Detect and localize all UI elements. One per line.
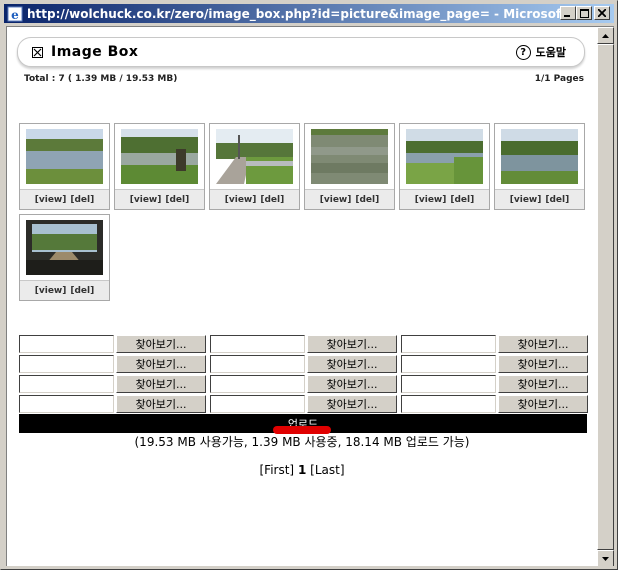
image-box-icon xyxy=(32,46,43,58)
browse-button[interactable]: 찾아보기... xyxy=(498,375,588,393)
window-title: http://wolchuck.co.kr/zero/image_box.php… xyxy=(27,6,567,21)
thumbnail-image[interactable] xyxy=(121,129,198,184)
scrollbar-thumb[interactable] xyxy=(597,44,614,550)
delete-link[interactable]: [del] xyxy=(260,195,284,205)
thumbnail-image[interactable] xyxy=(406,129,483,184)
minimize-icon xyxy=(564,15,570,17)
vertical-scrollbar[interactable] xyxy=(597,27,614,566)
help-link[interactable]: ? 도움말 xyxy=(515,44,566,60)
file-path-field[interactable] xyxy=(401,355,496,373)
delete-link[interactable]: [del] xyxy=(70,286,94,296)
pagination: [First] 1 [Last] xyxy=(7,463,597,477)
page-content: Image Box ? 도움말 Total : 7 ( 1.39 MB / 19… xyxy=(6,26,614,566)
thumbnail-card: [view] [del] xyxy=(494,123,585,210)
file-path-field[interactable] xyxy=(210,335,305,353)
view-link[interactable]: [view] xyxy=(35,195,67,205)
delete-link[interactable]: [del] xyxy=(545,195,569,205)
thumbnail-image[interactable] xyxy=(311,129,388,184)
svg-text:e: e xyxy=(11,8,19,22)
file-path-field[interactable] xyxy=(210,375,305,393)
view-link[interactable]: [view] xyxy=(320,195,352,205)
total-stats: Total : 7 ( 1.39 MB / 19.53 MB) xyxy=(24,74,178,84)
arrow-down-icon xyxy=(602,556,609,561)
thumbnail-image[interactable] xyxy=(216,129,293,184)
maximize-button[interactable] xyxy=(576,6,592,20)
scroll-down-button[interactable] xyxy=(597,550,614,566)
browse-button[interactable]: 찾아보기... xyxy=(498,335,588,353)
thumbnail-card: [view] [del] xyxy=(209,123,300,210)
browser-window: e http://wolchuck.co.kr/zero/image_box.p… xyxy=(0,0,618,570)
browse-button[interactable]: 찾아보기... xyxy=(307,395,397,413)
thumbnail-card: [view] [del] xyxy=(19,123,110,210)
file-path-field[interactable] xyxy=(210,395,305,413)
view-link[interactable]: [view] xyxy=(130,195,162,205)
file-path-field[interactable] xyxy=(19,375,114,393)
file-path-field[interactable] xyxy=(19,335,114,353)
thumbnail-image[interactable] xyxy=(501,129,578,184)
storage-stats: Total : 7 ( 1.39 MB / 19.53 MB) 1/1 Page… xyxy=(24,74,584,84)
upload-row: 찾아보기... 찾아보기... 찾아보기... xyxy=(19,375,589,393)
delete-link[interactable]: [del] xyxy=(355,195,379,205)
thumbnail-image[interactable] xyxy=(26,129,103,184)
minimize-button[interactable] xyxy=(560,6,576,20)
file-path-field[interactable] xyxy=(401,375,496,393)
browse-button[interactable]: 찾아보기... xyxy=(116,375,206,393)
view-link[interactable]: [view] xyxy=(225,195,257,205)
browse-button[interactable]: 찾아보기... xyxy=(307,375,397,393)
title-bar[interactable]: e http://wolchuck.co.kr/zero/image_box.p… xyxy=(4,4,614,23)
current-page: 1 xyxy=(297,463,307,477)
upload-row: 찾아보기... 찾아보기... 찾아보기... xyxy=(19,355,589,373)
browse-button[interactable]: 찾아보기... xyxy=(498,395,588,413)
first-page-link[interactable]: [First] xyxy=(260,463,295,477)
view-link[interactable]: [view] xyxy=(35,286,67,296)
browse-button[interactable]: 찾아보기... xyxy=(116,355,206,373)
browse-button[interactable]: 찾아보기... xyxy=(116,335,206,353)
help-label[interactable]: 도움말 xyxy=(536,44,566,60)
help-icon: ? xyxy=(515,44,531,60)
browse-button[interactable]: 찾아보기... xyxy=(498,355,588,373)
delete-link[interactable]: [del] xyxy=(70,195,94,205)
file-path-field[interactable] xyxy=(210,355,305,373)
last-page-link[interactable]: [Last] xyxy=(310,463,344,477)
thumbnail-card: [view] [del] xyxy=(399,123,490,210)
thumbnail-card: [view] [del] xyxy=(114,123,205,210)
thumbnail-card: [view] [del] xyxy=(304,123,395,210)
view-link[interactable]: [view] xyxy=(415,195,447,205)
browse-button[interactable]: 찾아보기... xyxy=(307,335,397,353)
page-count: 1/1 Pages xyxy=(534,74,584,84)
thumbnail-image[interactable] xyxy=(26,220,103,275)
upload-row: 찾아보기... 찾아보기... 찾아보기... xyxy=(19,335,589,353)
browse-button[interactable]: 찾아보기... xyxy=(307,355,397,373)
maximize-icon xyxy=(579,8,589,18)
usage-summary: (19.53 MB 사용가능, 1.39 MB 사용중, 18.14 MB 업로… xyxy=(134,435,470,449)
thumbnail-card: [view] [del] xyxy=(19,214,110,301)
delete-link[interactable]: [del] xyxy=(450,195,474,205)
view-link[interactable]: [view] xyxy=(510,195,542,205)
upload-row: 찾아보기... 찾아보기... 찾아보기... xyxy=(19,395,589,413)
arrow-up-icon xyxy=(602,33,609,38)
scroll-up-button[interactable] xyxy=(597,27,614,44)
image-box-header: Image Box ? 도움말 xyxy=(17,37,585,67)
internet-explorer-icon: e xyxy=(7,6,23,22)
close-window-button[interactable] xyxy=(594,6,610,20)
browse-button[interactable]: 찾아보기... xyxy=(116,395,206,413)
file-path-field[interactable] xyxy=(401,335,496,353)
close-icon xyxy=(598,9,606,17)
delete-link[interactable]: [del] xyxy=(165,195,189,205)
file-path-field[interactable] xyxy=(401,395,496,413)
file-path-field[interactable] xyxy=(19,355,114,373)
page-title: Image Box xyxy=(51,44,139,60)
file-path-field[interactable] xyxy=(19,395,114,413)
